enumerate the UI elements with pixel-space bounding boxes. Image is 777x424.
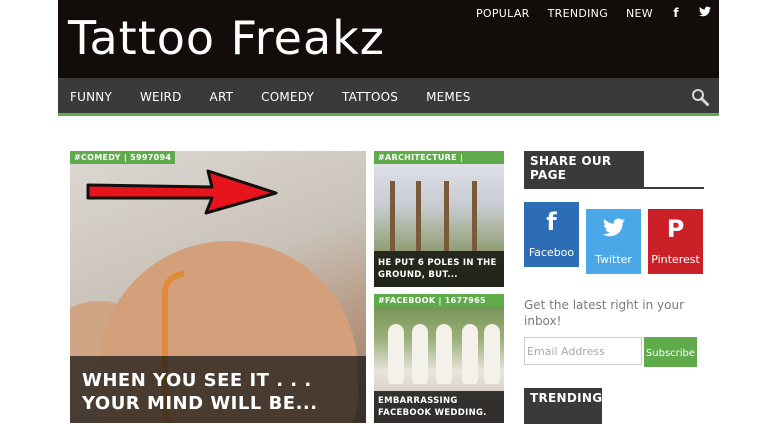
card-tag[interactable]: #FACEBOOK | 1677965 xyxy=(374,294,504,307)
card-image-shape xyxy=(472,181,477,251)
card-image-shape xyxy=(388,324,404,384)
divider xyxy=(524,187,704,189)
nav-item-tattoos[interactable]: TATTOOS xyxy=(342,90,398,104)
share-page-title: SHARE OUR PAGE xyxy=(524,151,644,189)
site-logo[interactable]: Tattoo Freakz xyxy=(68,10,385,66)
card-image-shape xyxy=(444,181,449,251)
featured-article[interactable]: WHEN YOU SEE IT . . . YOUR MIND WILL BE.… xyxy=(70,151,366,423)
share-pinterest-button[interactable]: P Pinterest xyxy=(648,209,703,274)
twitter-icon[interactable] xyxy=(699,6,711,20)
share-facebook-label: Faceboo xyxy=(528,246,575,259)
card-image-shape xyxy=(390,181,395,251)
site-header: Tattoo Freakz POPULAR TRENDING NEW f xyxy=(58,0,719,78)
facebook-icon[interactable]: f xyxy=(670,6,682,20)
email-field[interactable] xyxy=(524,337,642,365)
card-caption[interactable]: HE PUT 6 POLES IN THE GROUND, BUT... xyxy=(374,251,504,287)
pinterest-icon: P xyxy=(666,215,685,243)
nav-item-art[interactable]: ART xyxy=(210,90,234,104)
top-nav: POPULAR TRENDING NEW f xyxy=(458,6,711,20)
nav-item-comedy[interactable]: COMEDY xyxy=(261,90,314,104)
card-image-shape xyxy=(462,324,478,384)
article-card[interactable]: #ARCHITECTURE | HE PUT 6 POLES IN THE GR… xyxy=(374,151,504,287)
twitter-icon xyxy=(586,215,641,243)
main-nav: FUNNY WEIRD ART COMEDY TATTOOS MEMES xyxy=(58,78,719,116)
top-nav-new[interactable]: NEW xyxy=(626,7,653,20)
subscribe-button[interactable]: Subscribe xyxy=(644,337,697,367)
nav-item-funny[interactable]: FUNNY xyxy=(70,90,112,104)
card-tag[interactable]: #ARCHITECTURE | xyxy=(374,151,504,164)
featured-tag[interactable]: #COMEDY | 5997094 xyxy=(70,151,176,164)
article-card[interactable]: #FACEBOOK | 1677965 EMBARRASSING FACEBOO… xyxy=(374,294,504,423)
facebook-icon: f xyxy=(546,208,557,236)
top-nav-popular[interactable]: POPULAR xyxy=(476,7,530,20)
red-arrow-graphic xyxy=(86,169,278,215)
newsletter-text: Get the latest right in your inbox! xyxy=(524,298,685,328)
share-pinterest-label: Pinterest xyxy=(651,253,700,266)
main-nav-items: FUNNY WEIRD ART COMEDY TATTOOS MEMES xyxy=(70,78,499,116)
card-image-shape xyxy=(484,324,500,384)
site-container: Tattoo Freakz POPULAR TRENDING NEW f FUN… xyxy=(58,0,719,424)
featured-title[interactable]: WHEN YOU SEE IT . . . YOUR MIND WILL BE.… xyxy=(82,369,352,415)
nav-item-memes[interactable]: MEMES xyxy=(426,90,471,104)
card-image-shape xyxy=(416,181,421,251)
card-image-shape xyxy=(436,324,452,384)
trending-title: TRENDING xyxy=(524,388,602,424)
top-nav-trending[interactable]: TRENDING xyxy=(548,7,608,20)
nav-item-weird[interactable]: WEIRD xyxy=(140,90,182,104)
card-caption[interactable]: EMBARRASSING FACEBOOK WEDDING. xyxy=(374,391,504,423)
share-twitter-button[interactable]: Twitter xyxy=(586,209,641,274)
card-image-shape xyxy=(412,324,428,384)
share-facebook-button[interactable]: f Faceboo xyxy=(524,202,579,267)
share-twitter-label: Twitter xyxy=(595,253,632,266)
search-icon[interactable] xyxy=(691,88,709,106)
